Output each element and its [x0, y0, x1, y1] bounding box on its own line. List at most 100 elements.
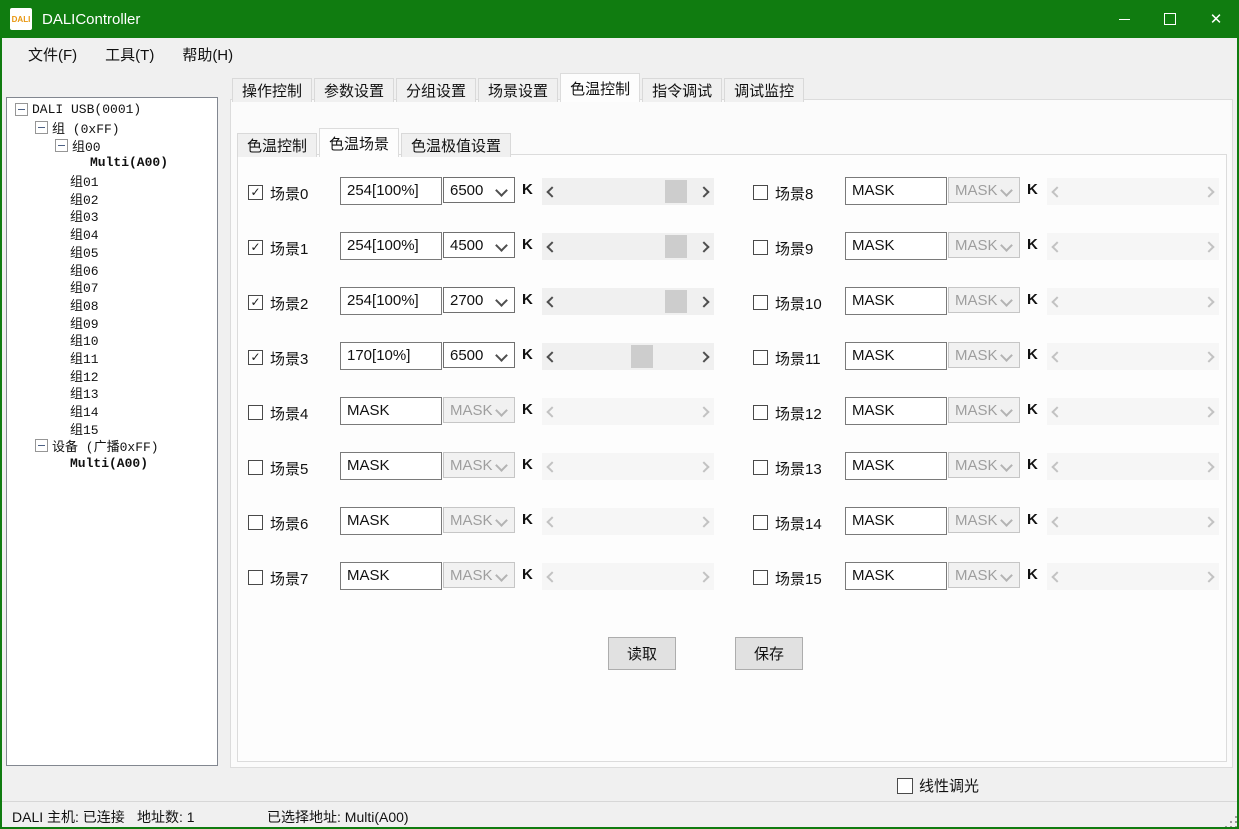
scroll-left-arrow-icon[interactable] — [1047, 343, 1064, 370]
minimize-button[interactable] — [1101, 0, 1147, 38]
close-button[interactable]: ✕ — [1193, 0, 1239, 38]
scene-temp-select[interactable]: MASK — [948, 562, 1020, 588]
scene-temp-select[interactable]: MASK — [443, 452, 515, 478]
tree-item[interactable]: 组01 — [7, 172, 217, 190]
scene-temp-select[interactable]: MASK — [948, 397, 1020, 423]
temp-scrollbar[interactable] — [1047, 178, 1219, 205]
scene-temp-select[interactable]: MASK — [948, 452, 1020, 478]
main-tab-6[interactable]: 调试监控 — [724, 78, 804, 102]
tree-item[interactable]: 组08 — [7, 296, 217, 314]
scroll-left-arrow-icon[interactable] — [542, 233, 559, 260]
tree-item[interactable]: 组11 — [7, 349, 217, 367]
main-tab-4[interactable]: 色温控制 — [560, 73, 640, 102]
linear-dimming-checkbox[interactable] — [897, 778, 913, 794]
main-tab-0[interactable]: 操作控制 — [232, 78, 312, 102]
sub-tab-0[interactable]: 色温控制 — [237, 133, 317, 157]
scroll-left-arrow-icon[interactable] — [542, 178, 559, 205]
scene-checkbox[interactable]: ✓ — [248, 240, 263, 255]
scene-checkbox[interactable]: ✓ — [248, 185, 263, 200]
tree-item[interactable]: 组14 — [7, 402, 217, 420]
main-tab-5[interactable]: 指令调试 — [642, 78, 722, 102]
tree-item[interactable]: 组04 — [7, 225, 217, 243]
temp-scrollbar[interactable] — [1047, 453, 1219, 480]
scene-checkbox[interactable] — [753, 185, 768, 200]
read-button[interactable]: 读取 — [608, 637, 676, 670]
scroll-left-arrow-icon[interactable] — [1047, 453, 1064, 480]
temp-scrollbar[interactable] — [542, 343, 714, 370]
scroll-left-arrow-icon[interactable] — [542, 563, 559, 590]
scene-checkbox[interactable]: ✓ — [248, 350, 263, 365]
scroll-right-arrow-icon[interactable] — [1202, 233, 1219, 260]
tree-item[interactable]: 组15 — [7, 419, 217, 437]
scene-temp-select[interactable]: MASK — [948, 177, 1020, 203]
scene-level-input[interactable]: MASK — [340, 507, 442, 535]
temp-scrollbar[interactable] — [542, 398, 714, 425]
scroll-right-arrow-icon[interactable] — [1202, 288, 1219, 315]
tree-item[interactable]: Multi(A00) — [7, 455, 217, 473]
scene-level-input[interactable]: MASK — [845, 507, 947, 535]
scroll-right-arrow-icon[interactable] — [1202, 508, 1219, 535]
menu-item[interactable]: 帮助(H) — [168, 39, 247, 70]
scene-temp-select[interactable]: MASK — [948, 507, 1020, 533]
scene-temp-select[interactable]: MASK — [443, 397, 515, 423]
scroll-right-arrow-icon[interactable] — [697, 453, 714, 480]
scrollbar-thumb[interactable] — [665, 290, 687, 313]
scene-checkbox[interactable] — [753, 460, 768, 475]
sub-tab-2[interactable]: 色温极值设置 — [401, 133, 511, 157]
scene-checkbox[interactable] — [753, 515, 768, 530]
scroll-right-arrow-icon[interactable] — [697, 233, 714, 260]
tree-item[interactable]: 组02 — [7, 189, 217, 207]
scene-level-input[interactable]: 170[10%] — [340, 342, 442, 370]
temp-scrollbar[interactable] — [542, 563, 714, 590]
scene-checkbox[interactable] — [753, 350, 768, 365]
main-tab-3[interactable]: 场景设置 — [478, 78, 558, 102]
scene-checkbox[interactable] — [248, 460, 263, 475]
scene-temp-select[interactable]: MASK — [443, 507, 515, 533]
scene-checkbox[interactable] — [248, 570, 263, 585]
scene-checkbox[interactable] — [753, 405, 768, 420]
scene-level-input[interactable]: MASK — [845, 232, 947, 260]
tree-item[interactable]: Multi(A00) — [7, 154, 217, 172]
menu-item[interactable]: 工具(T) — [91, 39, 168, 70]
temp-scrollbar[interactable] — [542, 178, 714, 205]
scene-level-input[interactable]: 254[100%] — [340, 287, 442, 315]
temp-scrollbar[interactable] — [542, 508, 714, 535]
temp-scrollbar[interactable] — [542, 453, 714, 480]
scene-temp-select[interactable]: MASK — [948, 287, 1020, 313]
scroll-left-arrow-icon[interactable] — [1047, 288, 1064, 315]
scene-level-input[interactable]: MASK — [845, 177, 947, 205]
collapse-minus-icon[interactable] — [35, 439, 48, 452]
resize-grip-icon[interactable] — [1230, 821, 1232, 823]
scene-temp-select[interactable]: 4500 — [443, 232, 515, 258]
temp-scrollbar[interactable] — [1047, 233, 1219, 260]
collapse-minus-icon[interactable] — [55, 139, 68, 152]
collapse-minus-icon[interactable] — [15, 103, 28, 116]
tree-item[interactable]: 设备 (广播0xFF) — [7, 437, 217, 455]
scrollbar-thumb[interactable] — [631, 345, 653, 368]
scene-checkbox[interactable] — [753, 570, 768, 585]
scroll-left-arrow-icon[interactable] — [542, 398, 559, 425]
scroll-left-arrow-icon[interactable] — [542, 288, 559, 315]
tree-item[interactable]: 组07 — [7, 278, 217, 296]
scroll-left-arrow-icon[interactable] — [1047, 178, 1064, 205]
scene-level-input[interactable]: MASK — [845, 562, 947, 590]
scene-level-input[interactable]: MASK — [340, 397, 442, 425]
scene-level-input[interactable]: MASK — [845, 342, 947, 370]
maximize-button[interactable] — [1147, 0, 1193, 38]
device-tree[interactable]: DALI USB(0001)组 (0xFF)组00Multi(A00)组01组0… — [6, 97, 218, 766]
tree-item[interactable]: 组03 — [7, 207, 217, 225]
scene-checkbox[interactable] — [753, 295, 768, 310]
scrollbar-thumb[interactable] — [665, 180, 687, 203]
scroll-left-arrow-icon[interactable] — [1047, 233, 1064, 260]
scene-temp-select[interactable]: MASK — [948, 342, 1020, 368]
temp-scrollbar[interactable] — [1047, 563, 1219, 590]
sub-tab-1[interactable]: 色温场景 — [319, 128, 399, 157]
main-tab-2[interactable]: 分组设置 — [396, 78, 476, 102]
scroll-left-arrow-icon[interactable] — [1047, 563, 1064, 590]
scroll-left-arrow-icon[interactable] — [542, 453, 559, 480]
scene-checkbox[interactable] — [248, 405, 263, 420]
scroll-right-arrow-icon[interactable] — [1202, 343, 1219, 370]
scroll-right-arrow-icon[interactable] — [697, 398, 714, 425]
scene-level-input[interactable]: 254[100%] — [340, 232, 442, 260]
scroll-right-arrow-icon[interactable] — [697, 288, 714, 315]
